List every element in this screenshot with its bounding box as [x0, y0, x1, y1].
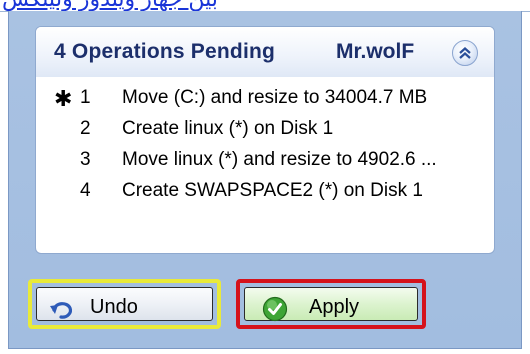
apply-label: Apply — [309, 296, 360, 318]
operation-row[interactable]: 4 Create SWAPSPACE2 (*) on Disk 1 — [36, 178, 494, 209]
card-header: 4 Operations Pending Mr.wolF — [36, 27, 494, 77]
double-chevron-up-icon — [459, 47, 471, 59]
operation-text: Create linux (*) on Disk 1 — [122, 118, 334, 139]
operation-row[interactable]: 2 Create linux (*) on Disk 1 — [36, 116, 494, 147]
operation-row[interactable]: ✱ 1 Move (C:) and resize to 34004.7 MB — [36, 85, 494, 116]
collapse-button[interactable] — [452, 40, 478, 66]
operation-text: Move linux (*) and resize to 4902.6 ... — [122, 149, 437, 170]
operation-text: Create SWAPSPACE2 (*) on Disk 1 — [122, 180, 423, 201]
green-check-icon — [262, 296, 288, 322]
operation-number: 3 — [80, 149, 91, 170]
undo-button[interactable]: Undo — [36, 287, 213, 321]
operations-list: ✱ 1 Move (C:) and resize to 34004.7 MB 2… — [36, 85, 494, 209]
operations-card: 4 Operations Pending Mr.wolF ✱ 1 Move (C… — [35, 26, 495, 254]
operation-number: 2 — [80, 118, 91, 139]
apply-button-highlight: Apply — [236, 279, 426, 329]
apply-button[interactable]: Apply — [244, 287, 418, 322]
operation-text: Move (C:) and resize to 34004.7 MB — [122, 87, 428, 108]
undo-button-highlight: Undo — [28, 279, 221, 329]
operation-number: 4 — [80, 180, 91, 201]
undo-arrow-icon — [50, 302, 73, 319]
user-name: Mr.wolF — [336, 40, 415, 63]
operation-number: 1 — [80, 87, 91, 108]
current-operation-marker: ✱ — [54, 86, 73, 111]
pending-operations-panel: 4 Operations Pending Mr.wolF ✱ 1 Move (C… — [8, 11, 522, 349]
panel-title: 4 Operations Pending — [54, 40, 276, 63]
undo-label: Undo — [90, 296, 138, 318]
operation-row[interactable]: 3 Move linux (*) and resize to 4902.6 ..… — [36, 147, 494, 178]
